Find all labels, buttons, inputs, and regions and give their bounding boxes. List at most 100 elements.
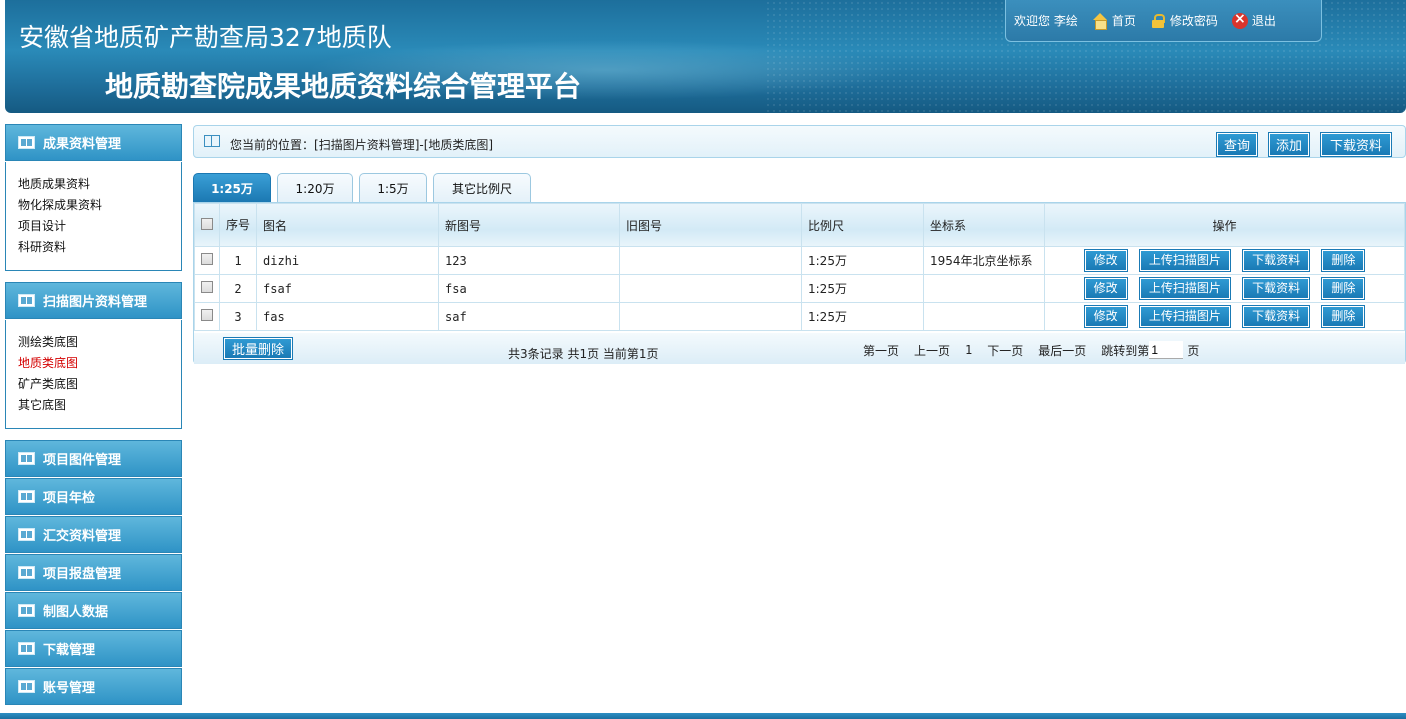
username: 李绘 (1053, 14, 1078, 28)
upload-scan-button[interactable]: 上传扫描图片 (1138, 305, 1231, 328)
sidebar-section-scans-body: 测绘类底图 地质类底图 矿产类底图 其它底图 (5, 320, 182, 429)
column-header-scale[interactable]: 比例尺 (801, 203, 924, 247)
sidebar-item-accounts[interactable]: 账号管理 (5, 668, 182, 705)
home-link[interactable]: 首页 (1092, 12, 1136, 30)
column-header-actions: 操作 (1044, 203, 1405, 247)
cell-new-no: fsa (438, 274, 620, 303)
row-checkbox[interactable] (201, 253, 213, 265)
edit-button[interactable]: 修改 (1083, 305, 1128, 328)
book-icon (18, 452, 35, 465)
sidebar-section-results[interactable]: 成果资料管理 (5, 124, 182, 161)
org-title: 安徽省地质矿产勘查局327地质队 (19, 23, 392, 52)
column-header-old-no[interactable]: 旧图号 (619, 203, 802, 247)
home-icon (1092, 12, 1108, 30)
cell-name: dizhi (256, 246, 439, 275)
cell-new-no: 123 (438, 246, 620, 275)
sidebar-section-title: 成果资料管理 (43, 137, 122, 152)
sidebar-item-research[interactable]: 科研资料 (18, 237, 169, 258)
record-summary: 共3条记录 共1页 当前第1页 (508, 347, 659, 361)
sidebar-item-label: 制图人数据 (43, 605, 109, 620)
sidebar-item-survey-maps[interactable]: 测绘类底图 (18, 332, 169, 353)
delete-button[interactable]: 删除 (1321, 305, 1366, 328)
column-header-coord[interactable]: 坐标系 (923, 203, 1045, 247)
sidebar-item-project-drawings[interactable]: 项目图件管理 (5, 440, 182, 477)
sidebar-item-downloads[interactable]: 下载管理 (5, 630, 182, 667)
row-select-cell (194, 302, 220, 331)
cell-scale: 1:25万 (801, 302, 924, 331)
breadcrumb: 您当前的位置：[扫描图片资料管理]-[地质类底图] 查询 添加 下载资料 (193, 125, 1406, 158)
logout-label: 退出 (1251, 14, 1276, 28)
select-all-checkbox[interactable] (201, 217, 213, 230)
add-button[interactable]: 添加 (1268, 132, 1310, 157)
row-checkbox[interactable] (201, 309, 213, 321)
row-select-cell (194, 274, 220, 303)
cell-index: 2 (219, 274, 257, 303)
column-header-new-no[interactable]: 新图号 (438, 203, 620, 247)
book-icon (18, 642, 35, 655)
footer-divider (0, 713, 1406, 719)
platform-title: 地质勘查院成果地质资料综合管理平台 (105, 70, 582, 103)
row-download-button[interactable]: 下载资料 (1242, 305, 1311, 328)
logout-link[interactable]: 退出 (1231, 11, 1276, 29)
welcome-label: 欢迎您 (1014, 14, 1051, 28)
row-download-button[interactable]: 下载资料 (1242, 277, 1311, 300)
header-banner: 安徽省地质矿产勘查局327地质队 地质勘查院成果地质资料综合管理平台 欢迎您 李… (5, 0, 1406, 113)
jump-page-input[interactable] (1149, 341, 1184, 359)
cell-old-no (619, 302, 802, 331)
cell-name: fsaf (256, 274, 439, 303)
sidebar-section-scans[interactable]: 扫描图片资料管理 (5, 282, 182, 319)
cell-old-no (619, 274, 802, 303)
row-download-button[interactable]: 下载资料 (1242, 249, 1311, 272)
upload-scan-button[interactable]: 上传扫描图片 (1138, 249, 1231, 272)
delete-button[interactable]: 删除 (1321, 277, 1366, 300)
tab-scale-250k[interactable]: 1:25万 (193, 173, 271, 202)
sidebar-item-cartographer[interactable]: 制图人数据 (5, 592, 182, 629)
sidebar-item-label: 项目年检 (43, 491, 96, 506)
sidebar-item-geology-results[interactable]: 地质成果资料 (18, 174, 169, 195)
download-button[interactable]: 下载资料 (1320, 132, 1392, 157)
tab-scale-200k[interactable]: 1:20万 (277, 173, 353, 202)
tab-scale-50k[interactable]: 1:5万 (359, 173, 427, 202)
data-grid: 序号 图名 新图号 旧图号 比例尺 坐标系 操作 1 dizhi 123 1:2… (193, 202, 1406, 364)
query-button[interactable]: 查询 (1216, 132, 1258, 157)
edit-button[interactable]: 修改 (1083, 277, 1128, 300)
sidebar-item-geophysics-results[interactable]: 物化探成果资料 (18, 195, 169, 216)
sidebar-item-disk-report[interactable]: 项目报盘管理 (5, 554, 182, 591)
home-label: 首页 (1111, 14, 1136, 28)
book-icon (18, 604, 35, 617)
sidebar-section-title: 扫描图片资料管理 (43, 295, 148, 310)
sidebar-item-mineral-maps[interactable]: 矿产类底图 (18, 374, 169, 395)
book-icon (204, 135, 220, 147)
sidebar-item-label: 项目报盘管理 (43, 567, 122, 582)
welcome-text: 欢迎您 李绘 (1014, 12, 1078, 29)
current-page-number[interactable]: 1 (965, 343, 972, 357)
breadcrumb-text: 您当前的位置：[扫描图片资料管理]-[地质类底图] (230, 136, 493, 153)
tab-scale-other[interactable]: 其它比例尺 (433, 173, 531, 202)
delete-button[interactable]: 删除 (1321, 249, 1366, 272)
cell-actions: 修改 上传扫描图片 下载资料 删除 (1044, 302, 1405, 331)
select-all-cell (194, 203, 220, 247)
row-checkbox[interactable] (201, 281, 213, 293)
change-password-link[interactable]: 修改密码 (1150, 12, 1218, 29)
user-bar: 欢迎您 李绘 首页 修改密码 退出 (1005, 0, 1322, 42)
sidebar-item-other-maps[interactable]: 其它底图 (18, 395, 169, 416)
sidebar-item-project-design[interactable]: 项目设计 (18, 216, 169, 237)
next-page-link[interactable]: 下一页 (987, 342, 1023, 359)
upload-scan-button[interactable]: 上传扫描图片 (1138, 277, 1231, 300)
cell-actions: 修改 上传扫描图片 下载资料 删除 (1044, 246, 1405, 275)
batch-delete-button[interactable]: 批量删除 (222, 337, 294, 360)
edit-button[interactable]: 修改 (1083, 249, 1128, 272)
book-icon (18, 136, 35, 149)
sidebar-item-geology-maps[interactable]: 地质类底图 (18, 353, 169, 374)
sidebar-item-submission[interactable]: 汇交资料管理 (5, 516, 182, 553)
sidebar: 成果资料管理 地质成果资料 物化探成果资料 项目设计 科研资料 扫描图片资料管理… (5, 124, 182, 706)
cell-coord (923, 274, 1045, 303)
close-icon (1231, 11, 1248, 29)
prev-page-link[interactable]: 上一页 (914, 342, 950, 359)
sidebar-item-annual-check[interactable]: 项目年检 (5, 478, 182, 515)
first-page-link[interactable]: 第一页 (863, 342, 899, 359)
breadcrumb-prefix: 您当前的位置： (230, 138, 315, 152)
last-page-link[interactable]: 最后一页 (1038, 342, 1086, 359)
table-row: 2 fsaf fsa 1:25万 修改 上传扫描图片 下载资料 删除 (194, 274, 1405, 303)
column-header-name[interactable]: 图名 (256, 203, 439, 247)
